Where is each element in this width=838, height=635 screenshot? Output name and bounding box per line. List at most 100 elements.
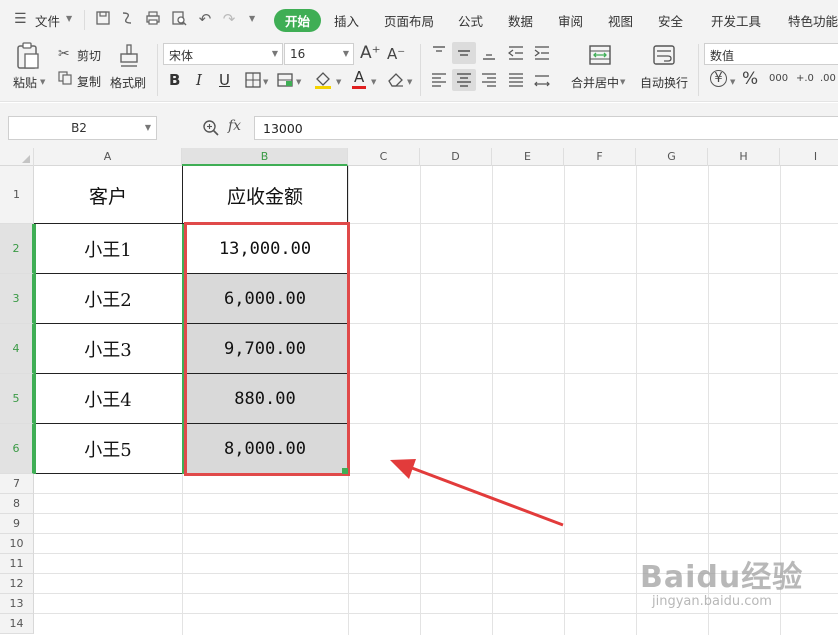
thousands-separator-button[interactable]: 000 [769,73,788,84]
row-header-4[interactable]: 4 [0,324,34,374]
column-header-a[interactable]: A [34,148,182,166]
underline-button[interactable]: U [219,71,230,89]
decrease-indent-icon[interactable] [507,44,525,62]
formula-input[interactable]: 13000 [254,116,838,140]
column-header-f[interactable]: F [564,148,636,166]
redo-icon[interactable]: ↷ [220,10,238,28]
font-size-select[interactable]: 16 ▼ [284,43,354,65]
distributed-align-icon[interactable] [533,71,551,89]
chevron-down-icon[interactable]: ▼ [40,78,45,86]
select-all-corner[interactable] [0,148,34,166]
align-center-icon[interactable] [452,69,476,91]
column-header-i[interactable]: I [780,148,838,166]
copy-icon[interactable] [58,71,72,88]
tab-view[interactable]: 视图 [608,11,633,30]
align-middle-icon[interactable] [452,42,476,64]
italic-button[interactable]: I [196,71,202,89]
column-header-h[interactable]: H [708,148,780,166]
fill-color-icon[interactable] [314,70,332,93]
row-header-14[interactable]: 14 [0,614,34,634]
cut-button[interactable]: 剪切 [77,47,101,64]
column-header-e[interactable]: E [492,148,564,166]
row-header-3[interactable]: 3 [0,274,34,324]
row-header-11[interactable]: 11 [0,554,34,574]
format-painter-button[interactable]: 格式刷 [110,74,146,91]
tab-security[interactable]: 安全 [658,11,683,30]
paste-button[interactable]: 粘贴 [13,74,37,91]
chevron-down-icon[interactable]: ▼ [296,78,301,86]
column-header-d[interactable]: D [420,148,492,166]
chevron-down-icon[interactable]: ▼ [371,78,376,86]
decrease-font-size-button[interactable]: A⁻ [387,45,405,63]
cell-b1[interactable]: 应收金额 [182,166,348,224]
undo-icon[interactable]: ↶ [196,10,214,28]
insert-function-button[interactable]: fx [228,118,241,134]
merge-cells-icon[interactable] [588,44,612,69]
cell-a1[interactable]: 客户 [34,166,182,224]
fill-handle[interactable] [342,468,348,474]
cell-a4[interactable]: 小王3 [34,324,182,374]
align-right-icon[interactable] [480,71,498,89]
align-top-icon[interactable] [430,44,448,62]
tab-review[interactable]: 审阅 [558,11,583,30]
row-header-5[interactable]: 5 [0,374,34,424]
row-header-9[interactable]: 9 [0,514,34,534]
zoom-search-icon[interactable] [202,119,220,140]
format-painter-icon[interactable] [118,44,140,73]
row-header-10[interactable]: 10 [0,534,34,554]
chevron-down-icon[interactable]: ▼ [66,14,72,23]
row-header-7[interactable]: 7 [0,474,34,494]
tab-special-features[interactable]: 特色功能 [788,11,838,30]
decrease-decimal-button[interactable]: .00 [820,73,836,84]
number-format-select[interactable]: 数值 [704,43,838,65]
increase-decimal-button[interactable]: +.0 [796,73,814,84]
justify-icon[interactable] [507,71,525,89]
font-name-select[interactable]: 宋体 ▼ [163,43,283,65]
row-header-13[interactable]: 13 [0,594,34,614]
cell-a3[interactable]: 小王2 [34,274,182,324]
tab-home[interactable]: 开始 [274,9,322,32]
row-header-1[interactable]: 1 [0,166,34,224]
chevron-down-icon[interactable]: ▼ [620,78,625,86]
align-left-icon[interactable] [430,71,448,89]
tab-insert[interactable]: 插入 [334,11,359,30]
row-header-2[interactable]: 2 [0,224,34,274]
chevron-down-icon[interactable]: ▼ [730,78,735,86]
row-header-6[interactable]: 6 [0,424,34,474]
output-pdf-icon[interactable] [118,10,136,28]
row-header-12[interactable]: 12 [0,574,34,594]
tab-developer[interactable]: 开发工具 [711,11,761,30]
hamburger-menu-icon[interactable]: ☰ [14,11,27,27]
currency-button[interactable]: ¥ [710,70,727,87]
bold-button[interactable]: B [169,71,180,89]
increase-indent-icon[interactable] [533,44,551,62]
merge-center-button[interactable]: 合并居中 [571,74,619,91]
borders-icon[interactable] [245,72,261,91]
increase-font-size-button[interactable]: A⁺ [360,43,381,63]
column-header-g[interactable]: G [636,148,708,166]
align-bottom-icon[interactable] [480,44,498,62]
file-menu[interactable]: 文件 [35,11,60,30]
eraser-icon[interactable] [387,71,405,90]
customize-toolbar-icon[interactable]: ▼ [249,14,255,23]
worksheet-grid[interactable]: A B C D E F G H I 1 2 3 4 5 6 7 8 9 10 1… [0,148,838,635]
cell-a5[interactable]: 小王4 [34,374,182,424]
save-icon[interactable] [94,10,112,28]
percent-button[interactable]: % [742,69,758,89]
tab-page-layout[interactable]: 页面布局 [384,11,434,30]
cell-a2[interactable]: 小王1 [34,224,182,274]
chevron-down-icon[interactable]: ▼ [407,78,412,86]
copy-button[interactable]: 复制 [77,73,101,90]
print-icon[interactable] [144,10,162,28]
paste-icon[interactable] [14,42,42,70]
row-header-8[interactable]: 8 [0,494,34,514]
tab-formulas[interactable]: 公式 [458,11,483,30]
chevron-down-icon[interactable]: ▼ [336,78,341,86]
column-header-b[interactable]: B [182,148,348,166]
font-color-button[interactable]: A [352,69,367,89]
column-header-c[interactable]: C [348,148,420,166]
name-box[interactable]: B2 ▼ [8,116,157,140]
tab-data[interactable]: 数据 [508,11,533,30]
cell-style-icon[interactable] [277,72,293,91]
wrap-text-button[interactable]: 自动换行 [640,74,688,91]
